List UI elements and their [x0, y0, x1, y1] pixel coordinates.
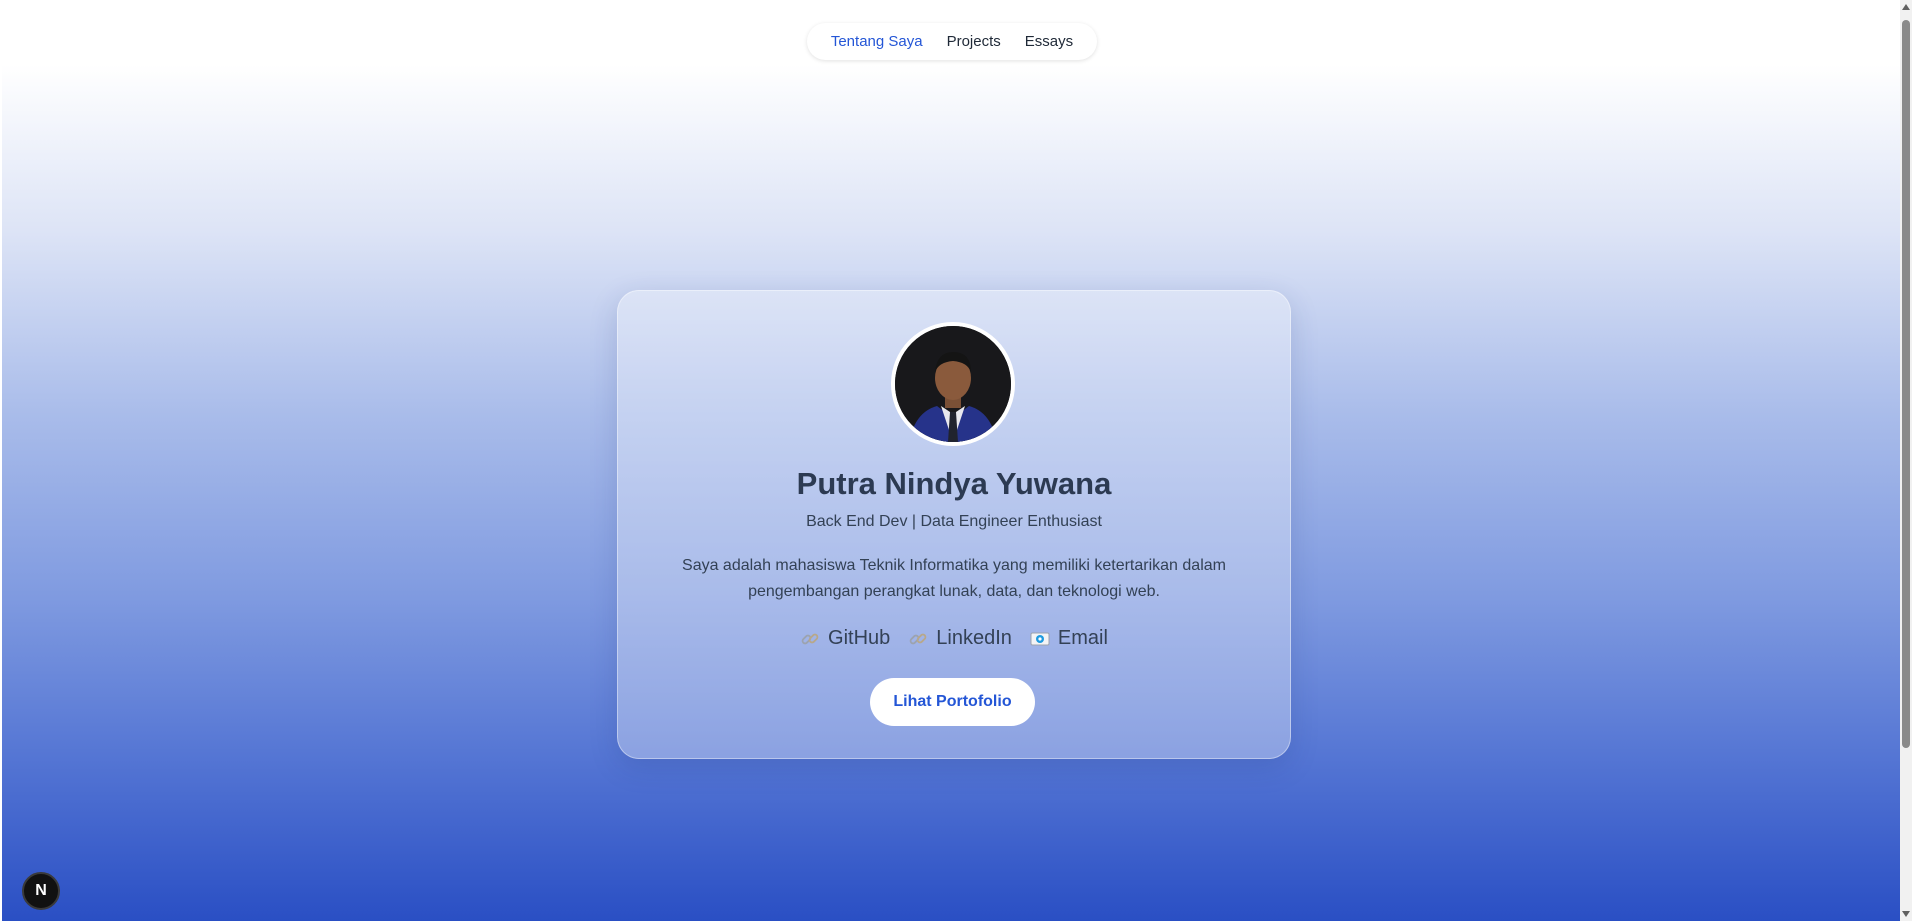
- email-link[interactable]: Email: [1030, 627, 1108, 650]
- link-icon: [800, 629, 820, 649]
- linkedin-label: LinkedIn: [936, 627, 1012, 649]
- github-label: GitHub: [828, 627, 891, 649]
- vertical-scrollbar[interactable]: [1900, 0, 1912, 921]
- scroll-up-arrow-icon[interactable]: [1902, 4, 1910, 10]
- profile-photo: [895, 326, 1011, 442]
- github-link[interactable]: GitHub: [800, 627, 890, 650]
- scroll-thumb[interactable]: [1902, 20, 1910, 748]
- page-background: Tentang Saya Projects Essays Putra Nindy: [2, 0, 1900, 921]
- social-links: GitHub LinkedIn Email: [618, 627, 1290, 650]
- nav-item-essays[interactable]: Essays: [1025, 33, 1073, 50]
- top-nav: Tentang Saya Projects Essays: [807, 23, 1097, 60]
- nav-item-tentang-saya[interactable]: Tentang Saya: [831, 33, 923, 50]
- profile-bio: Saya adalah mahasiswa Teknik Informatika…: [682, 557, 1226, 600]
- profile-card: Putra Nindya Yuwana Back End Dev | Data …: [617, 290, 1291, 759]
- next-dev-badge[interactable]: N: [22, 872, 60, 910]
- profile-name: Putra Nindya Yuwana: [796, 466, 1112, 501]
- link-icon: [908, 629, 928, 649]
- avatar: [891, 322, 1015, 446]
- linkedin-link[interactable]: LinkedIn: [908, 627, 1012, 650]
- email-label: Email: [1057, 627, 1108, 649]
- email-icon: [1030, 629, 1050, 649]
- profile-role: Back End Dev | Data Engineer Enthusiast: [806, 513, 1102, 530]
- scroll-down-arrow-icon[interactable]: [1902, 911, 1910, 917]
- view-portfolio-button[interactable]: Lihat Portofolio: [870, 678, 1035, 726]
- nav-item-projects[interactable]: Projects: [947, 33, 1001, 50]
